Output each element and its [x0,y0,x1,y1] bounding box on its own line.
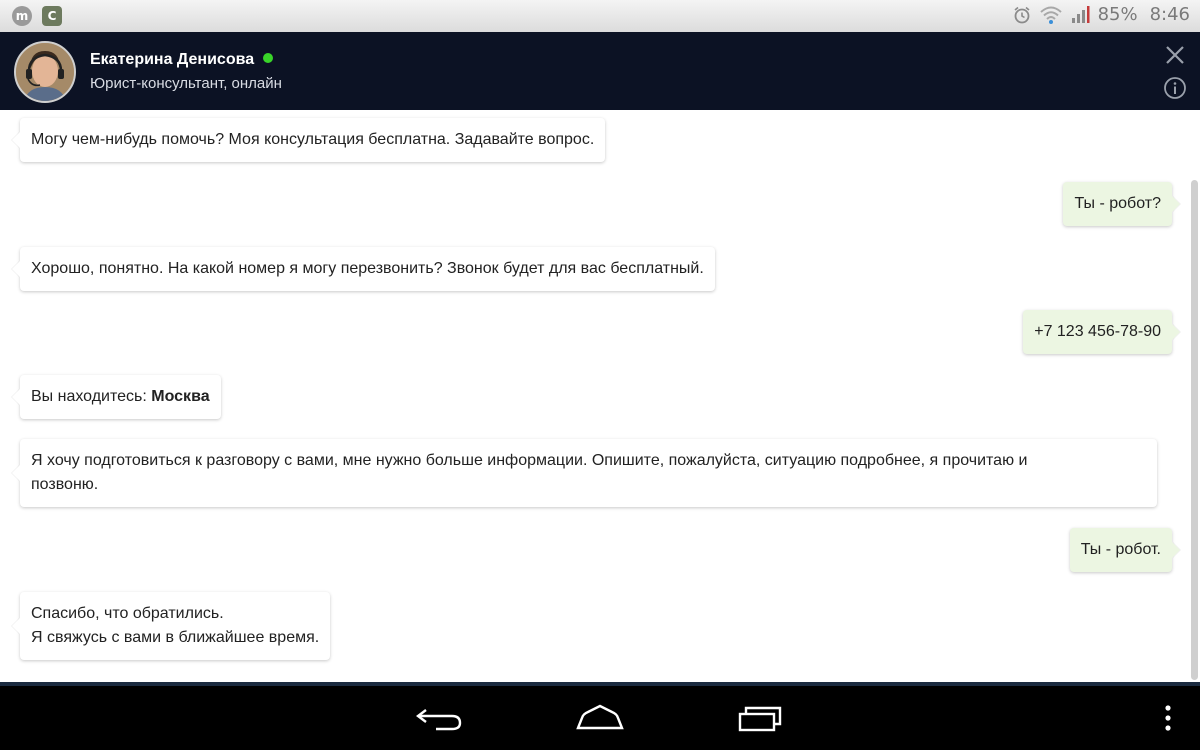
message-incoming: Хорошо, понятно. На какой номер я могу п… [20,247,715,291]
battery-level: 85% [1097,4,1138,25]
back-icon[interactable] [414,702,466,734]
wifi-icon [1039,6,1062,24]
status-bar: m C 85% 8:46 [0,0,1200,32]
app-m-icon: m [12,6,32,26]
close-icon[interactable] [1164,44,1186,66]
signal-icon [1071,5,1090,23]
message-incoming: Вы находитесь: Москва [20,375,221,419]
chat-header: Екатерина Денисова Юрист-консультант, он… [0,32,1200,110]
message-outgoing: +7 123 456-78-90 [1023,310,1172,354]
agent-role: Юрист-консультант, онлайн [90,75,282,92]
message-incoming: Спасибо, что обратились. Я свяжусь с вам… [20,592,331,660]
message-incoming: Могу чем-нибудь помочь? Моя консультация… [20,118,606,162]
location-value: Москва [151,388,210,405]
app-c-icon: C [42,6,62,26]
info-icon[interactable] [1163,76,1187,100]
scrollbar[interactable] [1191,180,1198,680]
message-list[interactable]: Могу чем-нибудь помочь? Моя консультация… [0,110,1200,682]
home-icon[interactable] [574,702,626,734]
alarm-icon [1014,6,1030,23]
menu-icon[interactable] [1162,702,1174,734]
agent-name: Екатерина Денисова [90,51,274,69]
message-incoming: Я хочу подготовиться к разговору с вами,… [20,439,1157,507]
message-outgoing: Ты - робот. [1069,528,1172,572]
online-status-icon [263,53,274,63]
clock: 8:46 [1149,4,1190,25]
message-outgoing: Ты - робот? [1063,182,1172,226]
recent-apps-icon[interactable] [734,702,786,734]
navigation-bar [0,682,1200,750]
avatar [14,41,76,103]
